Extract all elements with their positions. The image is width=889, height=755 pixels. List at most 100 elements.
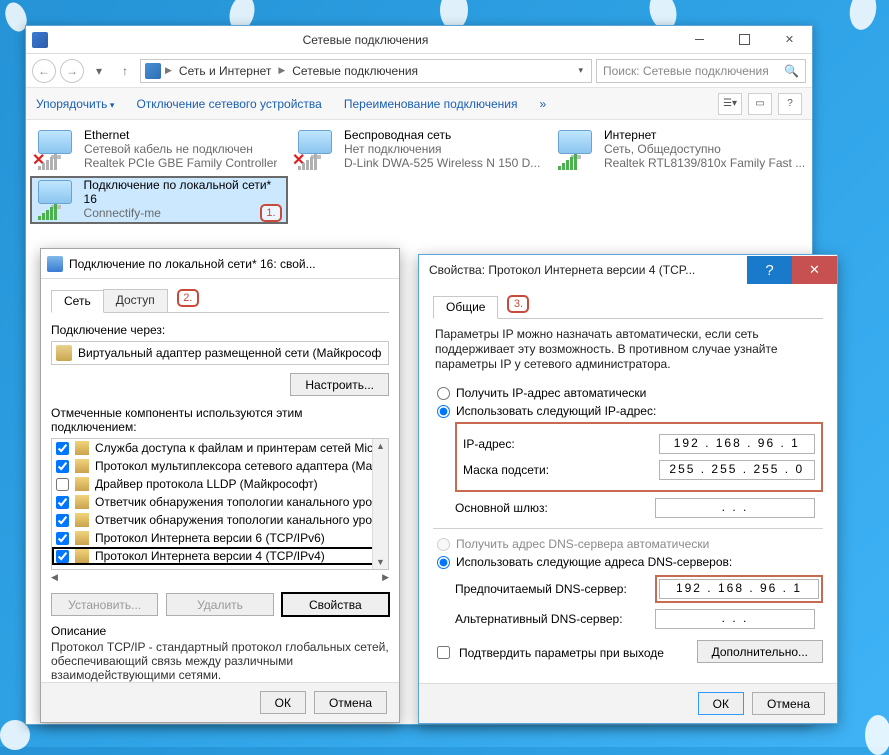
input-dns2[interactable]: . . .: [655, 609, 815, 629]
radio-input[interactable]: [437, 556, 450, 569]
radio-ip-auto[interactable]: Получить IP-адрес автоматически: [437, 386, 823, 400]
connection-name: Ethernet: [84, 128, 277, 142]
connection-item-local16[interactable]: Подключение по локальной сети* 16 Connec…: [30, 176, 288, 224]
install-button[interactable]: Установить...: [51, 593, 158, 616]
rename-connection-link[interactable]: Переименование подключения: [344, 97, 518, 111]
radio-dns-manual[interactable]: Использовать следующие адреса DNS-сервер…: [437, 555, 823, 569]
dialog-titlebar: Подключение по локальной сети* 16: свой.…: [41, 249, 399, 279]
ipv4-properties-dialog: Свойства: Протокол Интернета версии 4 (T…: [418, 254, 838, 724]
component-row[interactable]: Протокол Интернета версии 6 (TCP/IPv6): [52, 529, 388, 547]
view-mode-button[interactable]: ☰▾: [718, 93, 742, 115]
component-row[interactable]: Служба доступа к файлам и принтерам сете…: [52, 439, 388, 457]
component-label: Протокол Интернета версии 4 (TCP/IPv4): [95, 549, 325, 563]
component-icon: [75, 513, 89, 527]
breadcrumb-seg[interactable]: Сеть и Интернет: [176, 64, 274, 78]
overflow-chevron[interactable]: »: [539, 97, 546, 111]
component-checkbox[interactable]: [56, 514, 69, 527]
component-checkbox[interactable]: [56, 550, 69, 563]
breadcrumb-dropdown[interactable]: ▾: [574, 65, 587, 76]
input-ip[interactable]: 192 . 168 . 96 . 1: [659, 434, 815, 454]
scrollbar[interactable]: ▲▼: [372, 439, 388, 569]
radio-input[interactable]: [437, 387, 450, 400]
component-checkbox[interactable]: [56, 532, 69, 545]
forward-button[interactable]: →: [60, 59, 84, 83]
annotation-2: 2.: [177, 289, 199, 307]
window-buttons: [677, 29, 812, 51]
minimize-button[interactable]: [677, 29, 722, 51]
command-bar: Упорядочить Отключение сетевого устройст…: [26, 88, 812, 120]
radio-label: Использовать следующий IP-адрес:: [456, 404, 656, 418]
ok-button[interactable]: ОК: [260, 691, 306, 714]
cancel-button[interactable]: Отмена: [752, 692, 825, 715]
breadcrumb-seg[interactable]: Сетевые подключения: [289, 64, 421, 78]
component-row[interactable]: Ответчик обнаружения топологии канальног…: [52, 493, 388, 511]
close-button[interactable]: ✕: [792, 256, 837, 284]
maximize-button[interactable]: [722, 29, 767, 51]
label-dns1: Предпочитаемый DNS-сервер:: [455, 582, 655, 596]
configure-button[interactable]: Настроить...: [290, 373, 389, 396]
up-button[interactable]: ↑: [114, 60, 136, 82]
radio-ip-manual[interactable]: Использовать следующий IP-адрес:: [437, 404, 823, 418]
search-placeholder: Поиск: Сетевые подключения: [603, 64, 769, 78]
component-label: Драйвер протокола LLDP (Майкрософт): [95, 477, 318, 491]
component-icon: [75, 495, 89, 509]
back-button[interactable]: ←: [32, 59, 56, 83]
connection-name: Интернет: [604, 128, 805, 142]
network-adapter-icon: [552, 128, 600, 172]
connection-status: Нет подключения: [344, 142, 540, 156]
input-mask[interactable]: 255 . 255 . 255 . 0: [659, 460, 815, 480]
component-checkbox[interactable]: [56, 442, 69, 455]
component-row[interactable]: Ответчик обнаружения топологии канальног…: [52, 511, 388, 529]
label-gateway: Основной шлюз:: [455, 501, 655, 515]
connection-item-internet[interactable]: Интернет Сеть, Общедоступно Realtek RTL8…: [550, 126, 808, 174]
radio-input[interactable]: [437, 405, 450, 418]
component-checkbox[interactable]: [56, 478, 69, 491]
connection-status: Сеть, Общедоступно: [604, 142, 805, 156]
component-checkbox[interactable]: [56, 496, 69, 509]
cancel-button[interactable]: Отмена: [314, 691, 387, 714]
components-list: Служба доступа к файлам и принтерам сете…: [51, 438, 389, 570]
help-button[interactable]: ?: [747, 256, 792, 284]
component-label: Служба доступа к файлам и принтерам сете…: [95, 441, 384, 455]
tab-network[interactable]: Сеть: [51, 290, 104, 313]
tabs: Общие 3.: [433, 295, 823, 319]
search-input[interactable]: Поиск: Сетевые подключения 🔍: [596, 59, 806, 83]
separator: [433, 528, 823, 529]
organize-menu[interactable]: Упорядочить: [36, 97, 114, 111]
chevron-down-icon[interactable]: ▾: [88, 60, 110, 82]
close-button[interactable]: [767, 29, 812, 51]
titlebar: Сетевые подключения: [26, 26, 812, 54]
component-row[interactable]: Протокол мультиплексора сетевого адаптер…: [52, 457, 388, 475]
input-gateway[interactable]: . . .: [655, 498, 815, 518]
scroll-left-icon[interactable]: ◀: [51, 572, 58, 583]
disable-device-link[interactable]: Отключение сетевого устройства: [136, 97, 321, 111]
tab-access[interactable]: Доступ: [103, 289, 168, 312]
connection-item-wireless[interactable]: ✕ Беспроводная сеть Нет подключения D-Li…: [290, 126, 548, 174]
adapter-field: Виртуальный адаптер размещенной сети (Ма…: [51, 341, 389, 365]
connection-item-ethernet[interactable]: ✕ Ethernet Сетевой кабель не подключен R…: [30, 126, 288, 174]
scroll-right-icon[interactable]: ▶: [382, 572, 389, 583]
properties-button[interactable]: Свойства: [282, 593, 389, 616]
confirm-label: Подтвердить параметры при выходе: [459, 646, 664, 660]
dialog-titlebar: Свойства: Протокол Интернета версии 4 (T…: [419, 255, 837, 285]
details-pane-button[interactable]: ▭: [748, 93, 772, 115]
input-dns1[interactable]: 192 . 168 . 96 . 1: [659, 579, 819, 599]
connections-list: ✕ Ethernet Сетевой кабель не подключен R…: [26, 120, 812, 230]
tab-general[interactable]: Общие: [433, 296, 498, 319]
scroll-up-icon[interactable]: ▲: [376, 439, 385, 453]
window-title: Сетевые подключения: [54, 33, 677, 47]
ip-fields-highlight: IP-адрес:192 . 168 . 96 . 1 Маска подсет…: [455, 422, 823, 492]
location-icon: [145, 63, 161, 79]
component-row[interactable]: Драйвер протокола LLDP (Майкрософт): [52, 475, 388, 493]
component-row-tcpipv4[interactable]: Протокол Интернета версии 4 (TCP/IPv4): [52, 547, 388, 565]
confirm-checkbox[interactable]: [437, 646, 450, 659]
help-button[interactable]: ?: [778, 93, 802, 115]
remove-button[interactable]: Удалить: [166, 593, 273, 616]
component-checkbox[interactable]: [56, 460, 69, 473]
scroll-down-icon[interactable]: ▼: [376, 555, 385, 569]
breadcrumb[interactable]: ▶ Сеть и Интернет ▶ Сетевые подключения …: [140, 59, 592, 83]
advanced-button[interactable]: Дополнительно...: [697, 640, 823, 663]
radio-label: Использовать следующие адреса DNS-сервер…: [456, 555, 732, 569]
dns1-highlight: 192 . 168 . 96 . 1: [655, 575, 823, 603]
ok-button[interactable]: ОК: [698, 692, 744, 715]
